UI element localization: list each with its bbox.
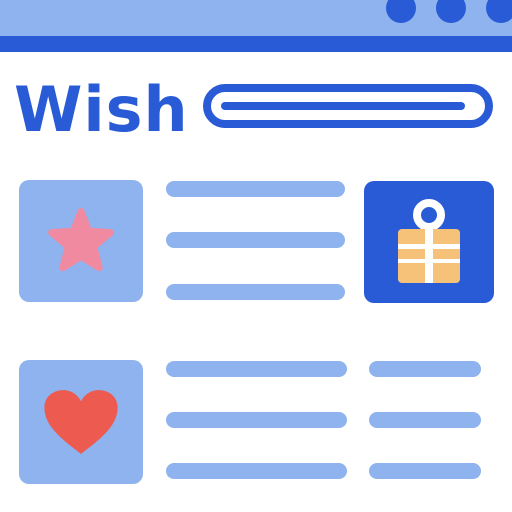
heart-icon [44, 390, 118, 454]
list-item-thumbnail-heart[interactable] [19, 360, 143, 484]
star-icon [48, 208, 114, 272]
list-item-text-line [166, 463, 347, 479]
list-item-text-line [166, 232, 345, 248]
list-item-text-line [166, 361, 347, 377]
list-item-text-line [166, 412, 347, 428]
page-title: Wish [14, 73, 189, 146]
list-item-meta-line [369, 361, 481, 377]
titlebar-divider [0, 36, 512, 52]
list-item-text-line [166, 181, 345, 197]
search-input-line [221, 102, 465, 110]
gift-icon [398, 199, 460, 283]
list-item-thumbnail-star[interactable] [19, 180, 143, 302]
list-item-meta-line [369, 463, 481, 479]
list-item-text-line [166, 284, 345, 300]
search-input[interactable] [203, 84, 493, 128]
list-item-meta-line [369, 412, 481, 428]
list-item-action-gift[interactable] [364, 181, 494, 303]
